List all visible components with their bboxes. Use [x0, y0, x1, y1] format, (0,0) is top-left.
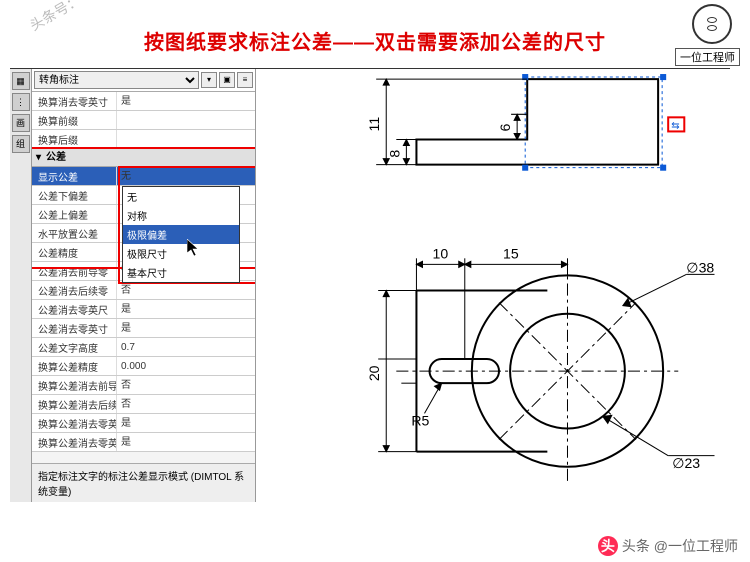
prop-value[interactable]: 是 — [116, 414, 255, 432]
dim-11: 11 — [366, 117, 382, 132]
more-row[interactable]: 换算公差消去后续零否 — [32, 395, 255, 414]
status-hint: 指定标注文字的标注公差显示模式 (DIMTOL 系统变量) — [32, 463, 255, 502]
object-type-select[interactable]: 转角标注 — [34, 71, 199, 89]
prop-label: 公差下偏差 — [32, 188, 116, 203]
prop-value[interactable]: 无 — [116, 167, 255, 185]
prop-value[interactable]: 否 — [116, 281, 255, 299]
prop-label: 公差消去后续零 — [32, 283, 116, 298]
main-area: ▦ ⋮ 画 组 转角标注 ▾ ▣ ≡ 换算消去零英寸是换算前缀换算后缀 ▾ 公差… — [10, 68, 730, 502]
prop-label: 换算公差精度 — [32, 359, 116, 374]
prop-value[interactable]: 0.7 — [116, 338, 255, 356]
helper-icon[interactable]: ⋮ — [12, 93, 30, 111]
dropdown-option[interactable]: 极限尺寸 — [123, 244, 239, 263]
more-row[interactable]: 公差消去零英寸是 — [32, 319, 255, 338]
misc-row[interactable]: 换算消去零英寸是 — [32, 92, 255, 111]
prop-label: 水平放置公差 — [32, 226, 116, 241]
brand-logo — [692, 4, 732, 44]
dim-15: 15 — [503, 245, 519, 261]
more-row[interactable]: 换算公差消去零英寸是 — [32, 433, 255, 452]
properties-panel: 转角标注 ▾ ▣ ≡ 换算消去零英寸是换算前缀换算后缀 ▾ 公差 显示公差无公差… — [32, 69, 256, 502]
dropdown-option[interactable]: 无 — [123, 187, 239, 206]
prop-label: 公差文字高度 — [32, 340, 116, 355]
prop-value[interactable]: 是 — [116, 433, 255, 451]
chevron-down-icon: ▾ — [36, 149, 46, 167]
more-row[interactable]: 换算公差精度0.000 — [32, 357, 255, 376]
prop-value[interactable]: 否 — [116, 395, 255, 413]
dim-8: 8 — [386, 150, 402, 158]
tolerance-title: 公差 — [46, 149, 66, 167]
dropdown-option[interactable]: 对称 — [123, 206, 239, 225]
dim-20: 20 — [366, 365, 382, 381]
misc-row[interactable]: 换算后缀 — [32, 130, 255, 149]
selected-dim-icon: ⇆ — [671, 120, 679, 131]
prop-value[interactable] — [116, 111, 255, 129]
dim-R5: R5 — [411, 412, 429, 428]
pick-icon[interactable]: ▣ — [219, 72, 235, 88]
brand-caption: 一位工程师 — [675, 48, 740, 66]
watermark-top: 头条号：一位工程师 — [26, 0, 145, 35]
prop-label: 公差精度 — [32, 245, 116, 260]
prop-value[interactable]: 0.000 — [116, 357, 255, 375]
page-title: 按图纸要求标注公差——双击需要添加公差的尺寸 — [144, 26, 606, 55]
prop-value[interactable]: 是 — [116, 92, 255, 110]
prop-label: 显示公差 — [32, 169, 116, 184]
prop-value[interactable]: 否 — [116, 376, 255, 394]
dim-dia38: ∅38 — [686, 259, 714, 275]
dropdown-option[interactable]: 极限偏差 — [123, 225, 239, 244]
misc-row[interactable]: 换算前缀 — [32, 111, 255, 130]
dim-10: 10 — [433, 245, 449, 261]
dropdown-option[interactable]: 基本尺寸 — [123, 263, 239, 282]
panel-scroll-body: 换算消去零英寸是换算前缀换算后缀 ▾ 公差 显示公差无公差下偏差公差上偏差水平放… — [32, 92, 255, 463]
more-row[interactable]: 换算公差消去前导零否 — [32, 376, 255, 395]
prop-label: 换算公差消去后续零 — [32, 397, 116, 412]
watermark-bottom: 头 头条 @一位工程师 — [598, 536, 738, 556]
prop-label: 换算公差消去零英尺 — [32, 416, 116, 431]
list-icon[interactable]: ≡ — [237, 72, 253, 88]
prop-label: 公差消去前导零 — [32, 264, 116, 279]
prop-label: 公差消去零英尺 — [32, 302, 116, 317]
helper3-icon[interactable]: 组 — [12, 135, 30, 153]
prop-value[interactable]: 是 — [116, 300, 255, 318]
more-row[interactable]: 公差消去零英尺是 — [32, 300, 255, 319]
tool-icon-strip: ▦ ⋮ 画 组 — [10, 69, 32, 502]
drawing-canvas[interactable]: ⇆ 8 11 6 — [264, 69, 730, 502]
watermark-bottom-text: 头条 @一位工程师 — [622, 536, 738, 556]
palette-icon[interactable]: ▦ — [12, 72, 30, 90]
prop-label: 换算后缀 — [32, 132, 116, 147]
dim-6: 6 — [497, 123, 513, 131]
prop-label: 换算公差消去零英寸 — [32, 435, 116, 450]
dim-dia23: ∅23 — [672, 455, 700, 471]
cursor-icon — [187, 239, 201, 260]
prop-label: 公差消去零英寸 — [32, 321, 116, 336]
prop-label: 公差上偏差 — [32, 207, 116, 222]
toutiao-icon: 头 — [598, 536, 618, 556]
more-row[interactable]: 公差文字高度0.7 — [32, 338, 255, 357]
prop-value[interactable] — [116, 130, 255, 148]
more-row[interactable]: 换算公差消去零英尺是 — [32, 414, 255, 433]
prop-label: 换算消去零英寸 — [32, 94, 116, 109]
filter-icon[interactable]: ▾ — [201, 72, 217, 88]
prop-value[interactable]: 是 — [116, 319, 255, 337]
tolerance-dropdown[interactable]: 无对称极限偏差极限尺寸基本尺寸 — [122, 186, 240, 283]
more-row[interactable]: 公差消去后续零否 — [32, 281, 255, 300]
prop-label: 换算公差消去前导零 — [32, 378, 116, 393]
panel-header: 转角标注 ▾ ▣ ≡ — [32, 69, 255, 92]
helper2-icon[interactable]: 画 — [12, 114, 30, 132]
prop-label: 换算前缀 — [32, 113, 116, 128]
tolerance-row[interactable]: 显示公差无 — [32, 167, 255, 186]
tolerance-section-header[interactable]: ▾ 公差 — [32, 149, 255, 167]
